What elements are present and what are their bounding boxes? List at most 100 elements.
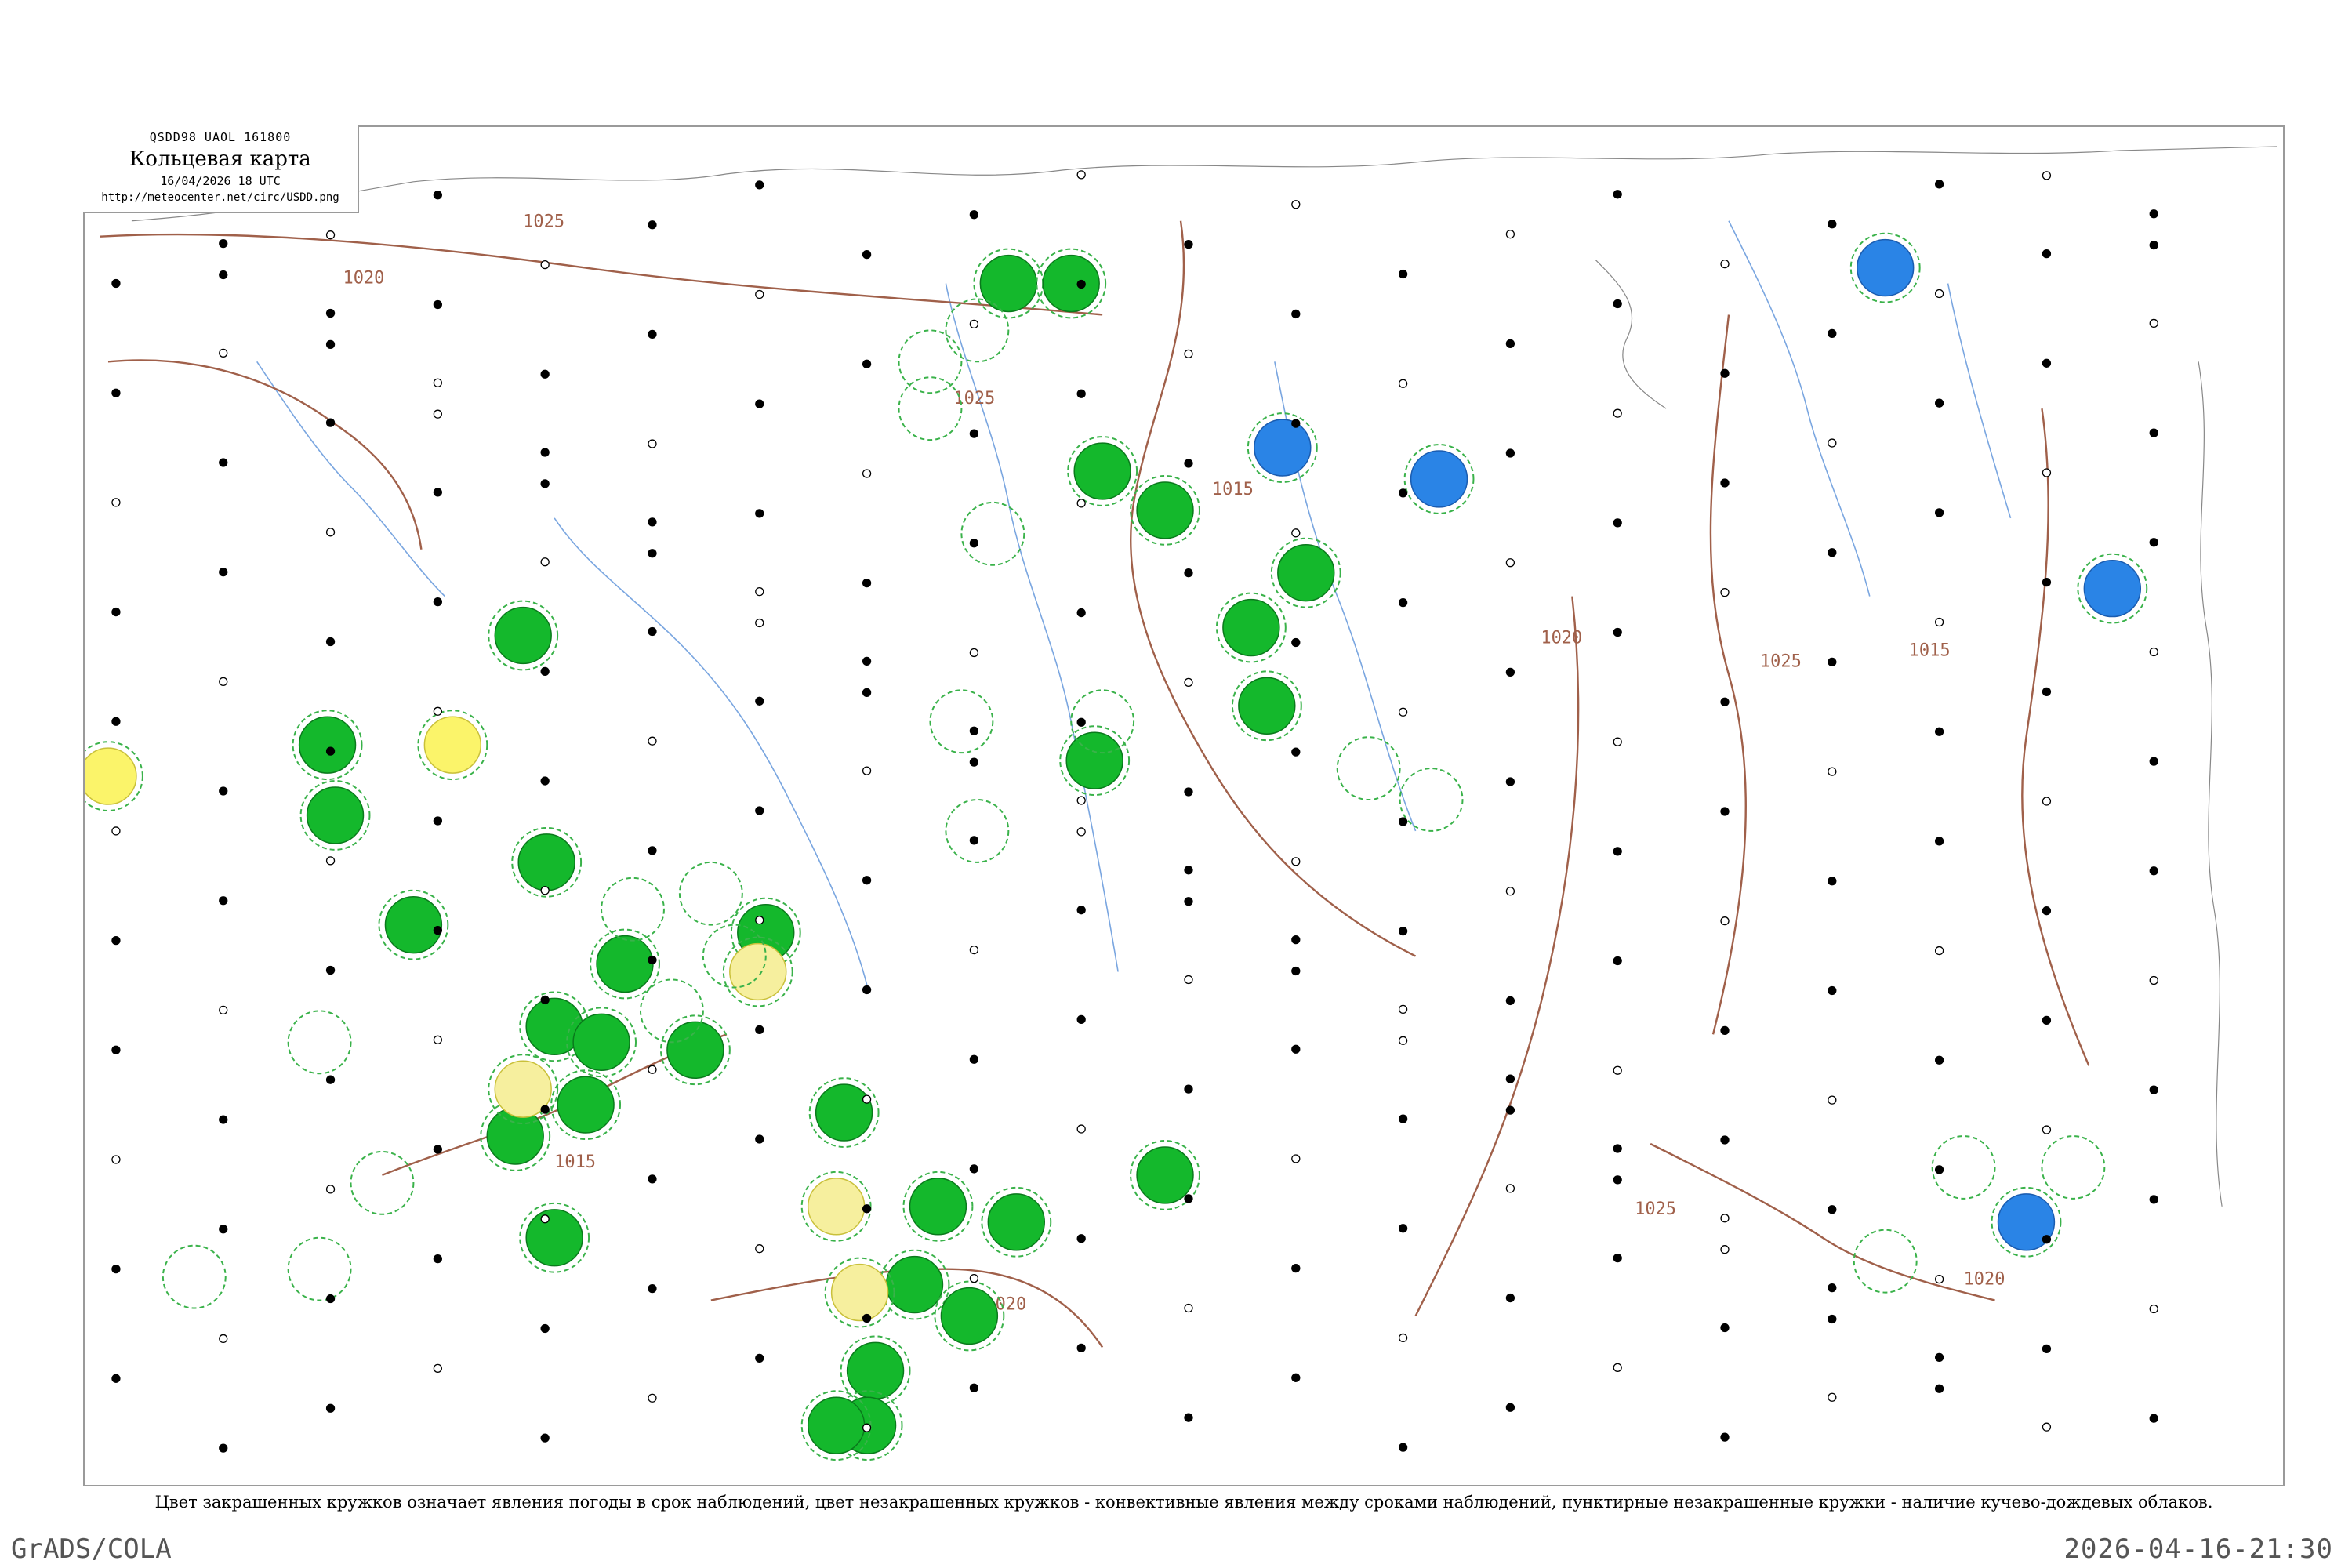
station-dot — [540, 776, 550, 786]
station-dot — [540, 1105, 550, 1114]
station-dot — [969, 648, 979, 658]
station-dot — [433, 1035, 442, 1044]
station-dot — [219, 786, 228, 796]
cb-ring — [287, 1236, 352, 1301]
weather-circle — [423, 716, 482, 774]
station-dot — [862, 985, 872, 995]
cb-ring — [945, 799, 1010, 863]
isobar-1015-center — [1130, 220, 1417, 957]
station-dot — [1184, 787, 1193, 797]
weather-circle — [909, 1178, 967, 1236]
station-dot — [219, 568, 228, 577]
cb-ring — [960, 501, 1025, 566]
cb-ring — [2041, 1135, 2106, 1200]
station-dot — [433, 706, 442, 716]
station-dot — [1613, 190, 1622, 199]
map-url[interactable]: http://meteocenter.net/circ/USDD.png — [83, 191, 358, 204]
station-dot — [648, 626, 657, 637]
station-dot — [1184, 349, 1193, 358]
station-dot — [755, 618, 764, 628]
station-dot — [1720, 368, 1730, 378]
weather-circle — [979, 254, 1038, 313]
isobar-label: 1020 — [1541, 628, 1582, 648]
station-dot — [540, 666, 550, 677]
station-dot — [1613, 1254, 1622, 1263]
station-dot — [2149, 241, 2158, 250]
coastline-north — [131, 146, 2278, 222]
station-dot — [325, 1075, 336, 1084]
station-dot — [648, 736, 657, 746]
weather-circle — [1254, 419, 1312, 477]
station-dot — [1398, 1004, 1408, 1014]
station-dot — [1934, 1165, 1944, 1174]
station-dot — [648, 439, 657, 448]
station-dot — [1828, 1095, 1837, 1105]
station-dot — [111, 498, 121, 507]
station-dot — [433, 1254, 442, 1264]
station-dot — [2042, 906, 2052, 916]
station-dot — [111, 826, 121, 836]
station-dot — [755, 1353, 764, 1363]
station-dot — [111, 388, 121, 397]
station-dot — [1613, 956, 1622, 966]
station-dot — [862, 249, 872, 260]
river-4 — [256, 361, 445, 597]
station-dot — [111, 717, 121, 726]
cb-ring — [1853, 1229, 1918, 1294]
station-dot — [1076, 796, 1086, 805]
station-dot — [540, 1433, 550, 1443]
station-dot — [1076, 906, 1086, 915]
station-dot — [1828, 657, 1837, 667]
station-dot — [648, 329, 657, 339]
weather-circle — [572, 1013, 630, 1071]
station-dot — [1291, 857, 1301, 866]
station-dot — [1076, 717, 1086, 727]
station-dot — [1291, 1044, 1301, 1054]
weather-circle — [1222, 598, 1280, 657]
map-datetime: 16/04/2026 18 UTC — [160, 174, 281, 188]
station-dot — [219, 1115, 228, 1124]
station-dot — [325, 230, 336, 240]
station-dot — [1613, 1065, 1622, 1075]
station-dot — [2042, 468, 2052, 477]
weather-circle — [729, 942, 787, 1001]
station-dot — [969, 1164, 979, 1174]
station-dot — [433, 925, 442, 935]
station-dot — [2149, 1195, 2158, 1204]
station-dot — [862, 688, 872, 697]
station-dot — [111, 1264, 121, 1274]
station-dot — [1720, 697, 1730, 706]
synoptic-map: 1025 1020 1025 1015 1015 1020 1025 1015 1020 1025… — [83, 125, 2285, 1486]
station-dot — [1505, 1403, 1515, 1412]
station-dot — [1076, 389, 1086, 398]
station-dot — [433, 409, 442, 419]
station-dot — [1291, 528, 1301, 538]
station-dot — [2042, 249, 2052, 259]
station-dot — [1934, 289, 1944, 299]
station-dot — [325, 965, 336, 975]
station-dot — [1076, 608, 1086, 618]
station-dot — [1934, 398, 1944, 408]
station-dot — [1184, 677, 1193, 688]
station-dot — [1828, 767, 1837, 776]
station-dot — [1184, 1084, 1193, 1094]
station-dot — [755, 1025, 764, 1034]
weather-circle — [987, 1193, 1046, 1251]
station-dot — [325, 528, 336, 537]
station-dot — [540, 1214, 550, 1224]
station-dot — [1291, 966, 1301, 976]
station-dot — [433, 378, 442, 387]
station-dot — [1291, 419, 1301, 428]
cb-ring — [1336, 736, 1401, 801]
station-dot — [111, 1374, 121, 1383]
isobar-label: 1020 — [343, 269, 385, 289]
station-dot — [862, 1204, 872, 1214]
station-dot — [111, 935, 121, 946]
station-dot — [1291, 1264, 1301, 1273]
station-dot — [1613, 299, 1622, 309]
station-dot — [433, 488, 442, 497]
station-dot — [219, 239, 228, 249]
cb-ring — [898, 376, 963, 441]
station-dot — [755, 509, 764, 518]
station-dot — [540, 369, 550, 379]
